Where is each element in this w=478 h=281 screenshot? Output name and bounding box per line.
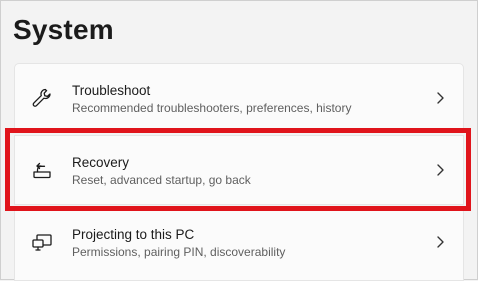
page-title: System bbox=[13, 14, 114, 45]
wrench-icon bbox=[31, 87, 53, 109]
settings-item-title: Recovery bbox=[72, 155, 130, 170]
recovery-icon bbox=[31, 159, 53, 181]
settings-item-title: Projecting to this PC bbox=[72, 227, 195, 242]
settings-item-subtitle: Permissions, pairing PIN, discoverabilit… bbox=[72, 245, 286, 259]
settings-item-subtitle: Reset, advanced startup, go back bbox=[72, 173, 251, 187]
settings-item-projecting[interactable]: Projecting to this PC Permissions, pairi… bbox=[14, 207, 464, 281]
settings-item-recovery[interactable]: Recovery Reset, advanced startup, go bac… bbox=[14, 135, 464, 205]
settings-item-subtitle: Recommended troubleshooters, preferences… bbox=[72, 101, 352, 115]
chevron-right-icon bbox=[437, 164, 444, 176]
settings-item-title: Troubleshoot bbox=[72, 83, 151, 98]
projecting-icon bbox=[31, 231, 53, 253]
chevron-right-icon bbox=[437, 92, 444, 104]
chevron-right-icon bbox=[437, 236, 444, 248]
settings-item-troubleshoot[interactable]: Troubleshoot Recommended troubleshooters… bbox=[14, 63, 464, 133]
